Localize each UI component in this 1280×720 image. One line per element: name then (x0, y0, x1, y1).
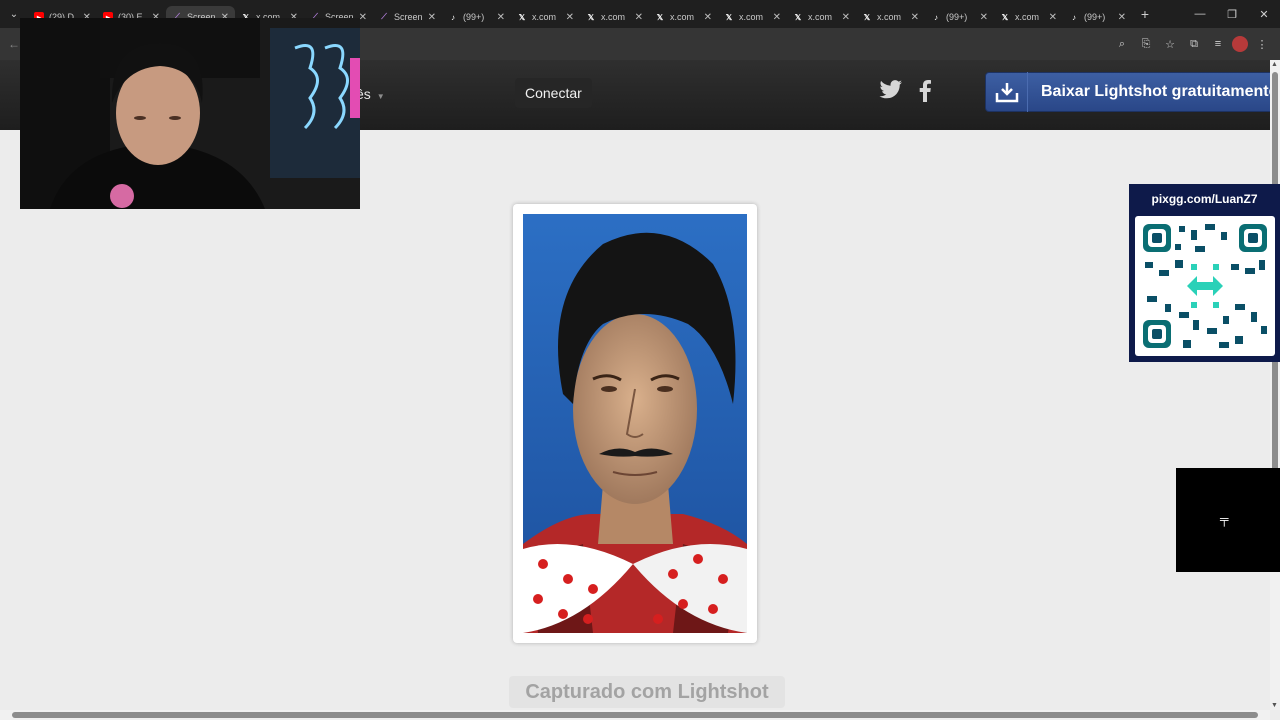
x-icon: 𝕏 (725, 12, 733, 22)
kebab-menu-icon[interactable]: ⋮ (1252, 34, 1272, 54)
browser-tab[interactable]: 𝕏x.com ✕ (718, 6, 787, 28)
tab-title: x.com (532, 12, 557, 22)
tab-title: x.com (670, 12, 695, 22)
back-arrow-icon[interactable]: ← (8, 37, 20, 51)
tab-title: x.com (808, 12, 833, 22)
twitter-icon[interactable] (879, 80, 903, 106)
close-icon[interactable]: ✕ (497, 12, 505, 23)
download-icon (986, 72, 1028, 112)
browser-tab[interactable]: 𝕏x.com ✕ (580, 6, 649, 28)
minimize-button[interactable]: — (1184, 0, 1216, 28)
x-icon: 𝕏 (656, 12, 664, 22)
x-icon: 𝕏 (587, 12, 595, 22)
language-selector[interactable]: ês ▼ (356, 86, 385, 102)
browser-tab[interactable]: ⟋ Screen ✕ (373, 6, 442, 28)
new-tab-button[interactable]: + (1132, 6, 1158, 22)
tab-title: (99+) (946, 12, 968, 22)
close-icon[interactable]: ✕ (911, 12, 919, 23)
close-icon[interactable]: ✕ (635, 12, 643, 23)
webcam-overlay (20, 18, 360, 209)
browser-tab[interactable]: ♪ (99+) ✕ (925, 6, 994, 28)
close-icon[interactable]: ✕ (1049, 12, 1057, 23)
bookmark-star-icon[interactable]: ☆ (1160, 34, 1180, 54)
close-icon[interactable]: ✕ (704, 12, 712, 23)
tab-title: x.com (877, 12, 902, 22)
download-lightshot-button[interactable]: Baixar Lightshot gratuitamente (985, 72, 1280, 112)
pix-url: pixgg.com/LuanZ7 (1151, 192, 1258, 206)
browser-tab[interactable]: ♪ (99+) ✕ (1063, 6, 1132, 28)
connect-button[interactable]: Conectar (515, 78, 592, 108)
screenshot-card (513, 204, 757, 643)
browser-tab[interactable]: ♪ (99+) ✕ (442, 6, 511, 28)
x-icon: 𝕏 (1001, 12, 1009, 22)
screenshot-image[interactable] (523, 214, 747, 633)
x-icon: 𝕏 (794, 12, 802, 22)
chevron-down-icon: ▼ (376, 92, 385, 101)
tab-title: x.com (739, 12, 764, 22)
window-controls: — ❐ ✕ (1184, 0, 1280, 28)
close-icon[interactable]: ✕ (773, 12, 781, 23)
tab-title: (99+) (463, 12, 485, 22)
toolbar-actions: ⌕ ⎘ ☆ ⧉ ≡ ⋮ (1112, 28, 1272, 60)
floating-widget: ╤ (1176, 468, 1280, 572)
download-label: Baixar Lightshot gratuitamente (1041, 83, 1278, 100)
tab-title: Screen (394, 12, 423, 22)
horizontal-scroll-thumb[interactable] (12, 712, 1258, 718)
tiktok-icon: ♪ (451, 12, 455, 22)
close-window-button[interactable]: ✕ (1248, 0, 1280, 28)
extensions-icon[interactable]: ⧉ (1184, 34, 1204, 54)
tab-title: x.com (1015, 12, 1040, 22)
tab-title: (99+) (1084, 12, 1106, 22)
profile-avatar[interactable] (1232, 36, 1248, 52)
tiktok-icon: ♪ (1072, 12, 1076, 22)
widget-glyph-icon: ╤ (1220, 512, 1229, 526)
close-icon[interactable]: ✕ (980, 12, 988, 23)
pix-donation-panel: pixgg.com/LuanZ7 (1129, 184, 1280, 362)
maximize-button[interactable]: ❐ (1216, 0, 1248, 28)
vertical-scrollbar[interactable]: ▲ ▼ (1270, 60, 1280, 710)
x-icon: 𝕏 (518, 12, 526, 22)
qr-code (1135, 216, 1275, 356)
install-app-icon[interactable]: ⎘ (1136, 34, 1156, 54)
browser-tab[interactable]: 𝕏x.com ✕ (994, 6, 1063, 28)
browser-tab[interactable]: 𝕏x.com ✕ (649, 6, 718, 28)
close-icon[interactable]: ✕ (428, 12, 436, 23)
facebook-icon[interactable] (919, 80, 931, 108)
close-icon[interactable]: ✕ (566, 12, 574, 23)
horizontal-scrollbar[interactable] (0, 710, 1270, 720)
reading-list-icon[interactable]: ≡ (1208, 34, 1228, 54)
tab-title: x.com (601, 12, 626, 22)
browser-tab[interactable]: 𝕏x.com ✕ (856, 6, 925, 28)
tiktok-icon: ♪ (934, 12, 938, 22)
scroll-up-arrow-icon[interactable]: ▲ (1271, 61, 1278, 68)
close-icon[interactable]: ✕ (842, 12, 850, 23)
x-icon: 𝕏 (863, 12, 871, 22)
lightshot-feather-icon: ⟋ (381, 12, 387, 21)
browser-tab[interactable]: 𝕏x.com ✕ (511, 6, 580, 28)
zoom-icon[interactable]: ⌕ (1112, 34, 1132, 54)
browser-tab[interactable]: 𝕏x.com ✕ (787, 6, 856, 28)
scroll-down-arrow-icon[interactable]: ▼ (1271, 702, 1278, 709)
captured-with-lightshot-label: Capturado com Lightshot (509, 676, 785, 708)
close-icon[interactable]: ✕ (1118, 12, 1126, 23)
